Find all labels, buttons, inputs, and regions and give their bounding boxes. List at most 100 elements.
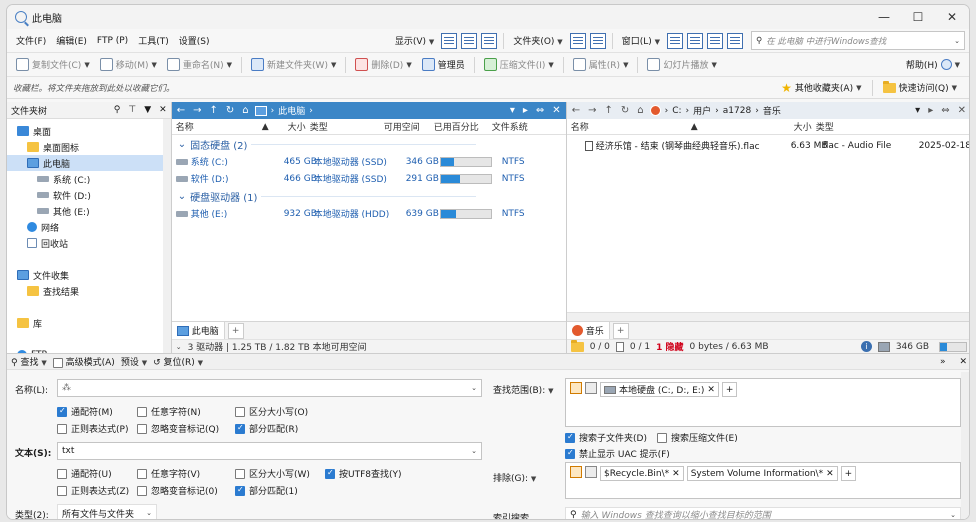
scope-box[interactable]: 本地硬盘 (C:, D:, E:) ✕ + <box>565 378 961 427</box>
tree-item[interactable]: 软件 (D:) <box>7 187 171 203</box>
minimize-button[interactable]: — <box>867 5 901 29</box>
tree-item[interactable]: 查找结果 <box>7 283 171 299</box>
pane-options-icon[interactable]: ▸ <box>926 105 935 116</box>
move-file-button[interactable]: 移动(M) ▼ <box>95 56 162 74</box>
remove-chip-icon[interactable]: ✕ <box>707 385 715 395</box>
quick-access-button[interactable]: 快速访问(Q) ▼ <box>877 80 964 94</box>
up-arrow-icon[interactable]: ↑ <box>207 105 219 116</box>
col-size[interactable]: 大小 <box>280 120 306 133</box>
add-scope-button[interactable]: + <box>721 382 738 397</box>
close-icon[interactable]: ✕ <box>550 105 562 116</box>
menu-tools[interactable]: 工具(T) <box>133 34 174 47</box>
search-icon[interactable]: ⚲ <box>114 105 121 115</box>
exclude-chip[interactable]: System Volume Information\* ✕ <box>686 466 838 481</box>
option-checkbox[interactable]: 按UTF8查找(Y) <box>325 467 402 480</box>
tree-item[interactable]: 系统 (C:) <box>7 171 171 187</box>
view-list-icon[interactable] <box>461 32 478 49</box>
dual-pane-icon[interactable] <box>687 32 703 49</box>
option-checkbox[interactable]: 任意字符(N) <box>137 405 201 418</box>
back-arrow-icon[interactable]: ← <box>570 105 582 116</box>
help-button[interactable]: 帮助(H) ▼ <box>901 56 965 74</box>
col-fs[interactable]: 文件系统 <box>488 120 548 133</box>
chevron-down-icon[interactable]: ▼ <box>144 105 151 115</box>
col-used[interactable]: 已用百分比 <box>430 120 488 133</box>
home-icon[interactable]: ⌂ <box>240 105 250 116</box>
add-tab-button[interactable]: + <box>612 322 629 339</box>
menu-settings[interactable]: 设置(S) <box>174 34 215 47</box>
menu-display[interactable]: 显示(V) ▼ <box>390 34 439 47</box>
swap-panes-icon[interactable]: ⇔ <box>534 105 546 116</box>
compress-button[interactable]: 压缩文件(I) ▼ <box>479 56 559 74</box>
tab-this-pc[interactable]: 此电脑 <box>171 321 225 340</box>
option-checkbox[interactable]: 忽略变音标记(Q) <box>137 422 219 435</box>
tree-item[interactable]: 库 <box>7 315 171 331</box>
forward-arrow-icon[interactable]: → <box>586 105 598 116</box>
col-size[interactable]: 大小 <box>707 120 812 133</box>
option-checkbox[interactable]: 区分大小写(O) <box>235 405 308 418</box>
admin-button[interactable]: 管理员 <box>417 56 470 74</box>
copy-file-button[interactable]: 复制文件(C) ▼ <box>11 56 95 74</box>
close-button[interactable]: ✕ <box>935 5 969 29</box>
close-icon[interactable]: ✕ <box>959 357 967 367</box>
home-icon[interactable]: ⌂ <box>635 105 645 116</box>
refresh-icon[interactable]: ↻ <box>224 105 236 116</box>
new-folder-button[interactable]: 新建文件夹(W) ▼ <box>246 56 341 74</box>
forward-arrow-icon[interactable]: → <box>191 105 203 116</box>
text-input[interactable]: txt ⌄ <box>57 442 482 460</box>
menu-edit[interactable]: 编辑(E) <box>51 34 92 47</box>
breadcrumb-item[interactable]: C: <box>672 106 681 116</box>
up-arrow-icon[interactable]: ↑ <box>602 105 614 116</box>
chevron-down-icon[interactable]: ⌄ <box>950 511 956 519</box>
view-details-icon[interactable] <box>441 32 458 49</box>
breadcrumb-item[interactable]: 此电脑 <box>278 104 305 117</box>
breadcrumb-item[interactable]: 音乐 <box>763 104 781 117</box>
tree-item[interactable]: 此电脑 <box>7 155 171 171</box>
remove-chip-icon[interactable]: ✕ <box>672 469 680 479</box>
name-input[interactable]: ⁂ ⌄ <box>57 379 482 397</box>
back-arrow-icon[interactable]: ← <box>175 105 187 116</box>
add-exclude-button[interactable]: + <box>840 466 857 481</box>
chevron-down-icon[interactable]: ▾ <box>913 105 922 116</box>
tree-item[interactable]: 回收站 <box>7 235 171 251</box>
preset-button[interactable]: 预设 ▼ <box>121 355 147 368</box>
option-checkbox[interactable]: 禁止显示 UAC 提示(F) <box>565 447 670 460</box>
refresh-icon[interactable]: ↻ <box>619 105 631 116</box>
col-type[interactable]: 类型 <box>306 120 380 133</box>
single-pane-icon[interactable] <box>667 32 683 49</box>
drive-row[interactable]: 软件 (D:) 466 GB 本地驱动器 (SSD) 291 GB NTFS <box>172 170 566 187</box>
reset-button[interactable]: ↺ 复位(R) ▼ <box>153 355 203 368</box>
tree-item[interactable]: 桌面 <box>7 123 171 139</box>
properties-button[interactable]: 属性(R) ▼ <box>568 56 634 74</box>
type-select[interactable]: 所有文件与文件夹 ⌄ <box>57 504 157 519</box>
option-checkbox[interactable]: 部分匹配(1) <box>235 484 298 497</box>
pane-options-icon[interactable]: ▸ <box>521 105 530 116</box>
scope-label[interactable]: 查找范围(B): ▼ <box>493 383 554 396</box>
info-icon[interactable]: i <box>860 341 872 352</box>
drive-row[interactable]: 系统 (C:) 465 GB 本地驱动器 (SSD) 346 GB NTFS <box>172 153 566 170</box>
menu-window[interactable]: 窗口(L) ▼ <box>617 34 665 47</box>
drive-group-header[interactable]: ⌄ 硬盘驱动器 (1) <box>172 187 566 205</box>
tree-item[interactable]: 桌面图标 <box>7 139 171 155</box>
exclude-label[interactable]: 排除(G): ▼ <box>493 471 536 484</box>
file-row[interactable]: 经济乐馆 - 结束 (钢琴曲经典轻音乐).flac 6.63 MB flac - A… <box>567 137 969 154</box>
breadcrumb-item[interactable]: 用户 <box>693 104 711 117</box>
col-free[interactable]: 可用空间 <box>380 120 430 133</box>
rename-button[interactable]: 重命名(N) ▼ <box>162 56 237 74</box>
option-checkbox[interactable]: 通配符(M) <box>57 405 113 418</box>
tree-item[interactable]: 其他 (E:) <box>7 203 171 219</box>
col-name[interactable]: 名称 <box>567 120 687 133</box>
pin-icon[interactable]: ⊤ <box>128 105 136 115</box>
option-checkbox[interactable]: 忽略变音标记(0) <box>137 484 218 497</box>
other-favorites-button[interactable]: ★ 其他收藏夹(A) ▼ <box>775 81 867 95</box>
menu-file[interactable]: 文件(F) <box>11 34 51 47</box>
exclude-chip[interactable]: $Recycle.Bin\* ✕ <box>600 466 684 481</box>
swap-panes-icon[interactable]: ⇔ <box>939 105 951 116</box>
find-panel-scrollbar[interactable] <box>961 372 969 519</box>
tree-toggle-icon[interactable] <box>707 32 723 49</box>
breadcrumb-item[interactable]: a1728 <box>723 106 751 116</box>
folder-columns-icon[interactable] <box>589 32 606 49</box>
find-button[interactable]: ⚲ 查找 ▼ <box>11 355 47 368</box>
scope-settings-icon[interactable] <box>585 382 597 394</box>
windows-search-input[interactable]: ⚲ 在 此电脑 中进行Windows查找 ⌄ <box>751 31 965 50</box>
option-checkbox[interactable]: 任意字符(V) <box>137 467 200 480</box>
